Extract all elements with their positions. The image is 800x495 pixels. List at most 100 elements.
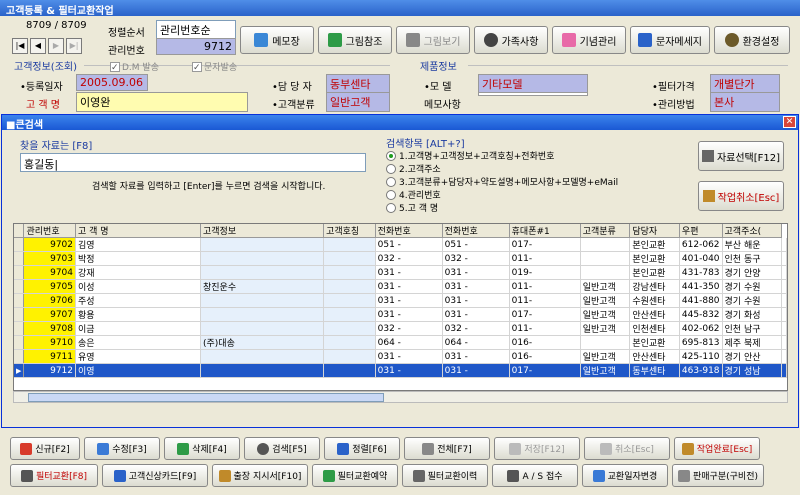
horizontal-scrollbar[interactable] <box>13 391 788 403</box>
table-row[interactable]: 9707 황용 031 -031 -017- 일반고객 안산센타 445-832 경기 화성 <box>14 307 787 322</box>
sales-type-button[interactable]: 판매구분(구비전) <box>672 464 764 487</box>
table-row[interactable]: 9711 유영 031 -031 -016- 일반고객 안산센타 425-110 경기 안산 <box>14 349 787 364</box>
sms-checkbox[interactable]: 문자발송 <box>192 60 237 73</box>
table-cell: 9707 <box>23 307 77 322</box>
table-cell: 본인교환 <box>629 251 680 266</box>
results-grid: 관리번호 고 객 명 고객정보 고객호칭 전화번호 전화번호 휴대폰#1 고객분… <box>13 223 788 391</box>
select-record-button[interactable]: 자료선택[F12] <box>698 141 784 171</box>
date-change-button[interactable]: 교환일자변경 <box>582 464 668 487</box>
settings-button[interactable]: 환경설정 <box>714 26 790 54</box>
search-button[interactable]: 검색[F5] <box>244 437 320 460</box>
table-cell: 동부센타 <box>629 363 680 378</box>
column-header[interactable]: 휴대폰#1 <box>509 224 581 238</box>
column-header[interactable]: 담당자 <box>629 224 680 238</box>
bottom-toolbar-2: 필터교환[F8] 고객신상카드[F9] 출장 지시서[F10] 필터교환예약 필… <box>10 464 764 487</box>
radio-icon[interactable] <box>386 150 396 161</box>
column-header[interactable]: 고 객 명 <box>75 224 201 238</box>
prev-record-icon[interactable]: ◀ <box>30 38 46 54</box>
table-row[interactable]: 9702 김영 051 -051 -017- 본인교환 612-062 부산 해운 <box>14 237 787 252</box>
column-header[interactable]: 우편 <box>679 224 723 238</box>
row-indicator[interactable] <box>14 293 25 308</box>
search-option-2[interactable]: 2.고객주소 <box>386 162 441 175</box>
sms-checkbox-label: 문자발송 <box>204 63 238 73</box>
sms-checkbox-box[interactable] <box>192 61 202 72</box>
save-button[interactable]: 저장[F12] <box>494 437 580 460</box>
table-row[interactable]: 9703 박정 032 -032 -011- 본인교환 401-040 인천 동구 <box>14 251 787 266</box>
radio-icon[interactable] <box>386 176 396 187</box>
family-button[interactable]: 가족사항 <box>474 26 548 54</box>
column-header[interactable]: 전화번호 <box>442 224 510 238</box>
row-indicator[interactable] <box>14 237 25 252</box>
table-cell <box>580 265 631 280</box>
image-ref-button[interactable]: 그림참조 <box>318 26 392 54</box>
search-option-3[interactable]: 3.고객분류+담당자+약도설명+메모사항+모델명+eMail <box>386 175 618 188</box>
table-row[interactable]: ▶ 9712 이영 031 -031 -017- 일반고객 동부센타 463-918 경기 성… <box>14 363 787 378</box>
table-row[interactable]: 9710 송은 (주)대송 064 -064 -016- 본인교환 695-813 제주 북… <box>14 335 787 350</box>
new-button[interactable]: 신규[F2] <box>10 437 80 460</box>
filter-reservation-button[interactable]: 필터교환예약 <box>312 464 398 487</box>
filter-exchange-button[interactable]: 필터교환[F8] <box>10 464 98 487</box>
row-indicator[interactable] <box>14 335 25 350</box>
scrollbar-thumb[interactable] <box>28 393 384 402</box>
dm-checkbox-box[interactable] <box>110 61 120 72</box>
table-cell: 주성 <box>75 293 201 308</box>
select-icon <box>701 150 714 162</box>
row-indicator[interactable] <box>14 349 25 364</box>
row-indicator[interactable] <box>14 279 25 294</box>
row-indicator[interactable] <box>14 251 25 266</box>
column-header[interactable]: 고객호칭 <box>323 224 376 238</box>
close-icon[interactable]: ✕ <box>783 116 796 128</box>
dispatch-order-button[interactable]: 출장 지시서[F10] <box>212 464 308 487</box>
complete-button[interactable]: 작업완료[Esc] <box>674 437 760 460</box>
search-input[interactable]: 홍길동| <box>20 153 366 172</box>
row-indicator[interactable]: ▶ <box>14 363 25 378</box>
table-row[interactable]: 9704 강재 031 -031 -019- 본인교환 431-783 경기 안양 <box>14 265 787 280</box>
radio-icon[interactable] <box>386 163 396 174</box>
sort-select[interactable]: 관리번호순 <box>156 20 236 40</box>
notepad-icon <box>254 33 269 47</box>
cancel-work-button[interactable]: 작업취소[Esc] <box>698 181 784 211</box>
column-header[interactable]: 고객정보 <box>200 224 325 238</box>
table-cell <box>200 307 325 322</box>
last-record-icon[interactable]: ▶| <box>66 38 82 54</box>
radio-icon[interactable] <box>386 202 396 213</box>
all-button[interactable]: 전체[F7] <box>404 437 490 460</box>
customer-name-label: 고 객 명 <box>26 100 60 111</box>
table-cell-filler <box>781 265 787 280</box>
column-header[interactable]: 전화번호 <box>375 224 443 238</box>
sms-button[interactable]: 문자메세지 <box>630 26 710 54</box>
column-header[interactable]: 고객주소( <box>722 224 783 238</box>
dm-checkbox[interactable]: D.M 발송 <box>110 60 159 73</box>
search-option-4[interactable]: 4.관리번호 <box>386 188 441 201</box>
memo-value[interactable] <box>478 92 588 96</box>
search-label: 찾을 자료는 [F8] <box>20 141 93 152</box>
column-header[interactable]: 고객분류 <box>580 224 631 238</box>
memo-button[interactable]: 메모장 <box>240 26 314 54</box>
sort-button[interactable]: 정렬[F6] <box>324 437 400 460</box>
row-indicator[interactable] <box>14 307 25 322</box>
row-indicator[interactable] <box>14 265 25 280</box>
filter-history-button[interactable]: 필터교환이력 <box>402 464 488 487</box>
column-header[interactable]: 관리번호 <box>23 224 77 238</box>
as-request-button[interactable]: A / S 접수 <box>492 464 578 487</box>
first-record-icon[interactable]: |◀ <box>12 38 28 54</box>
image-view-button[interactable]: 그림보기 <box>396 26 470 54</box>
next-record-icon[interactable]: ▶ <box>48 38 64 54</box>
search-option-3-label: 3.고객분류+담당자+약도설명+메모사항+모델명+eMail <box>399 178 619 188</box>
radio-icon[interactable] <box>386 189 396 200</box>
search-option-5[interactable]: 5.고 객 명 <box>386 201 438 214</box>
table-cell: 이영 <box>75 363 201 378</box>
delete-button[interactable]: 삭제[F4] <box>164 437 240 460</box>
table-row[interactable]: 9706 주성 031 -031 -011- 일반고객 수원센타 441-880 경기 수원 <box>14 293 787 308</box>
table-cell: 031 - <box>375 349 443 364</box>
search-dialog: ■큰검색 ✕ 찾을 자료는 [F8] 홍길동| 검색할 자료를 입력하고 [En… <box>1 114 799 428</box>
cancel-button[interactable]: 취소[Esc] <box>584 437 670 460</box>
customer-card-button[interactable]: 고객신상카드[F9] <box>102 464 208 487</box>
edit-button[interactable]: 수정[F3] <box>84 437 160 460</box>
search-option-1[interactable]: 1.고객명+고객정보+고객호칭+전화번호 <box>386 149 554 162</box>
anniversary-button[interactable]: 기념관리 <box>552 26 626 54</box>
row-indicator[interactable] <box>14 321 25 336</box>
table-row[interactable]: 9705 이성 창진운수 031 -031 -011- 일반고객 강남센타 441-350 경… <box>14 279 787 294</box>
table-row[interactable]: 9708 이금 032 -032 -011- 일반고객 인천센타 402-062 인천 남구 <box>14 321 787 336</box>
cancel-icon <box>702 190 715 202</box>
